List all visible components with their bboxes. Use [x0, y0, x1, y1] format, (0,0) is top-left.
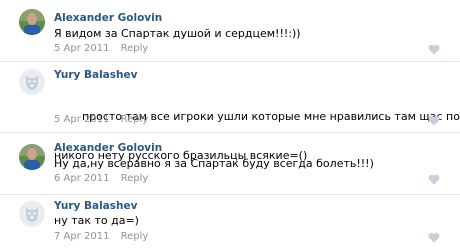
comment-text: ну так то да=) — [54, 214, 449, 227]
reply-link[interactable]: Reply — [121, 173, 149, 184]
avatar[interactable] — [19, 69, 45, 95]
comment-text-line: Ну да,ну всеравно я за Спартак буду всег… — [54, 157, 374, 170]
comment-meta: 5 Apr 2011 Reply — [54, 43, 148, 54]
comment-meta: 5 Apr 2011 Reply — [54, 114, 148, 125]
avatar[interactable] — [19, 144, 45, 170]
comment-author[interactable]: Alexander Golovin — [54, 12, 162, 24]
comment-meta: 6 Apr 2011 Reply — [54, 173, 148, 184]
comment-author[interactable]: Yury Balashev — [54, 200, 137, 212]
heart-icon[interactable] — [428, 232, 440, 243]
comment-text-line: ну так то да=) — [54, 214, 139, 227]
comment-item: Alexander Golovin Я видом за Спартак душ… — [0, 0, 460, 62]
avatar[interactable] — [19, 201, 45, 227]
comment-text-line: Я видом за Спартак душой и сердцем!!!:)) — [54, 27, 301, 40]
comment-date[interactable]: 6 Apr 2011 — [54, 173, 109, 184]
comment-author[interactable]: Yury Balashev — [54, 69, 137, 81]
reply-link[interactable]: Reply — [121, 114, 149, 125]
avatar[interactable] — [19, 9, 45, 35]
reply-link[interactable]: Reply — [121, 43, 149, 54]
comment-item: Yury Balashev ну так то да=) 7 Apr 2011 … — [0, 195, 460, 248]
comment-item: Yury Balashev просто там все игроки ушли… — [0, 62, 460, 162]
heart-icon[interactable] — [428, 174, 440, 185]
reply-link[interactable]: Reply — [121, 231, 149, 242]
heart-icon[interactable] — [428, 44, 440, 55]
comment-date[interactable]: 5 Apr 2011 — [54, 114, 109, 125]
comment-text: Ну да,ну всеравно я за Спартак буду всег… — [54, 157, 449, 170]
comment-date[interactable]: 5 Apr 2011 — [54, 43, 109, 54]
comment-text: Я видом за Спартак душой и сердцем!!!:)) — [54, 27, 449, 40]
heart-icon[interactable] — [428, 115, 440, 126]
comment-author[interactable]: Alexander Golovin — [54, 142, 162, 154]
comment-item: Alexander Golovin Ну да,ну всеравно я за… — [0, 133, 460, 195]
comment-date[interactable]: 7 Apr 2011 — [54, 231, 109, 242]
comment-meta: 7 Apr 2011 Reply — [54, 231, 148, 242]
